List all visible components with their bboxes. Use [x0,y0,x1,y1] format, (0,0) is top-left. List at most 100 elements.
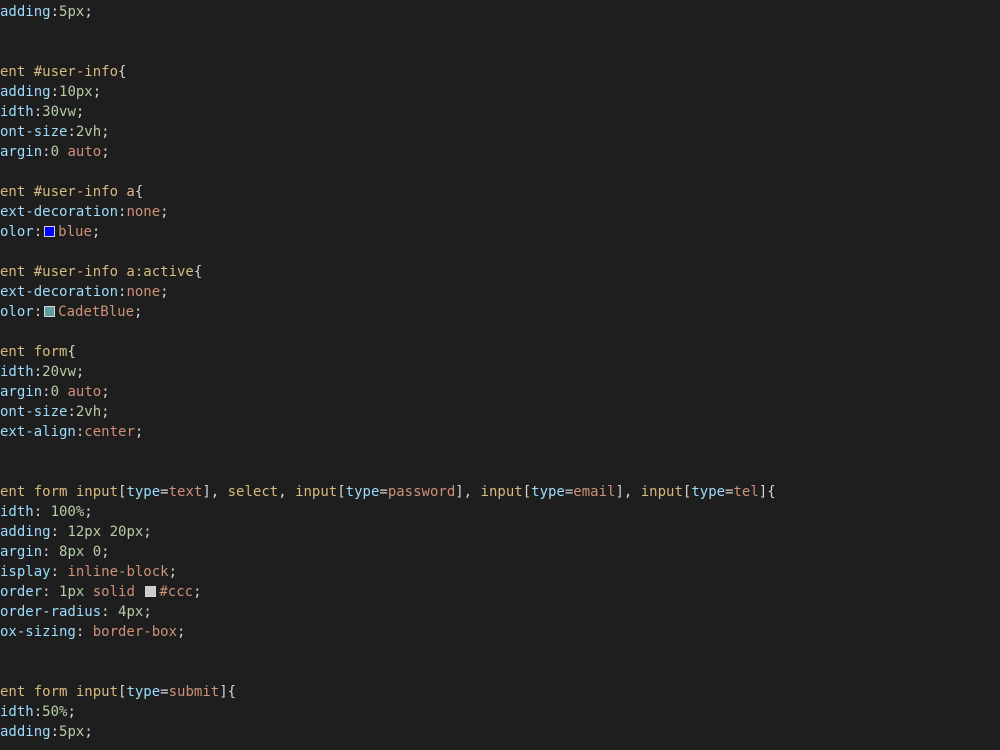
property-token: isplay [0,564,51,580]
selector-token: select [227,484,279,500]
code-line[interactable]: adding:10px; [0,82,1000,102]
code-area[interactable]: adding:5px;​​ent #user-info{adding:10px;… [0,2,1000,742]
punctuation-token: : [75,624,93,640]
punctuation-token: { [67,344,76,360]
punctuation-token: ; [91,224,101,240]
punctuation-token: : [33,364,43,380]
value-token: auto [67,144,102,160]
punctuation-token: ; [101,144,110,160]
code-line[interactable]: ​ [0,22,1000,42]
code-line[interactable]: ​ [0,242,1000,262]
code-line[interactable]: ​ [0,322,1000,342]
punctuation-token: : [67,124,76,140]
code-line[interactable]: ont-size:2vh; [0,122,1000,142]
property-token: type [531,484,565,500]
code-line[interactable]: argin: 8px 0; [0,542,1000,562]
punctuation-token: ; [134,304,143,320]
code-line[interactable]: ent #user-info a:active{ [0,262,1000,282]
punctuation-token: , [278,484,296,500]
code-line[interactable]: idth:30vw; [0,102,1000,122]
punctuation-token: ; [143,604,152,620]
code-line[interactable]: ​ [0,162,1000,182]
code-line[interactable]: ​ [0,662,1000,682]
code-line[interactable]: ext-decoration:none; [0,282,1000,302]
color-swatch-icon[interactable] [44,226,56,237]
property-token: idth [0,704,34,720]
code-line[interactable]: ext-align:center; [0,422,1000,442]
punctuation-token: ; [92,84,102,100]
selector-token: input [480,484,523,500]
code-line[interactable]: ent #user-info{ [0,62,1000,82]
punctuation-token: ], [202,484,228,500]
selector-token: ent #user-info a:active [0,264,194,280]
code-line[interactable]: order-radius: 4px; [0,602,1000,622]
number-token: 8px 0 [59,544,102,560]
punctuation-token: = [379,484,388,500]
value-token: none [126,204,161,220]
code-line[interactable]: olor: blue; [0,222,1000,242]
punctuation-token: { [118,64,127,80]
color-swatch-icon[interactable] [145,586,157,597]
punctuation-token: ; [160,284,169,300]
number-token: 30vw [42,104,76,120]
code-line[interactable]: idth:20vw; [0,362,1000,382]
punctuation-token [84,584,92,600]
code-line[interactable]: isplay: inline-block; [0,562,1000,582]
property-token: idth [0,364,34,380]
number-token: 100% [50,504,85,520]
punctuation-token: : [42,544,60,560]
code-line[interactable]: idth: 100%; [0,502,1000,522]
code-line[interactable]: adding:5px; [0,2,1000,22]
property-token: idth [0,504,34,520]
punctuation-token: { [193,264,203,280]
punctuation-token: { [134,184,144,200]
value-token: border-box [92,624,178,640]
property-token: argin [0,384,43,400]
value-token: blue [58,224,92,240]
number-token: 5px [59,724,85,740]
number-token: 50% [42,704,68,720]
code-line[interactable]: adding: 12px 20px; [0,522,1000,542]
property-token: argin [0,544,43,560]
punctuation-token: : [33,504,51,520]
value-token: #ccc [159,584,194,600]
code-line[interactable]: ​ [0,462,1000,482]
punctuation-token: ; [84,504,93,520]
code-line[interactable]: ent form{ [0,342,1000,362]
code-line[interactable]: adding:5px; [0,722,1000,742]
punctuation-token: ; [84,724,93,740]
code-line[interactable]: ​ [0,42,1000,62]
punctuation-token: ; [177,624,186,640]
punctuation-token: = [160,684,169,700]
value-token: center [84,424,135,440]
value-token: text [168,484,203,500]
punctuation-token: [ [522,484,532,500]
code-line[interactable]: ent form input [type = text], select, input… [0,482,1000,502]
code-line[interactable]: ont-size:2vh; [0,402,1000,422]
selector-token: ent form input [0,484,119,500]
code-line[interactable]: olor: CadetBlue; [0,302,1000,322]
code-line[interactable]: ​ [0,642,1000,662]
code-line[interactable]: order: 1px solid #ccc; [0,582,1000,602]
number-token: 4px [118,604,144,620]
code-line[interactable]: ent #user-info a{ [0,182,1000,202]
punctuation-token: : [42,384,51,400]
code-line[interactable]: ox-sizing: border-box; [0,622,1000,642]
code-line[interactable]: ext-decoration:none; [0,202,1000,222]
code-editor[interactable]: adding:5px;​​ent #user-info{adding:10px;… [0,0,1000,750]
property-token: olor [0,224,34,240]
punctuation-token: ; [75,104,85,120]
punctuation-token: ], [615,484,641,500]
punctuation-token: : [33,304,43,320]
property-token: ext-decoration [0,284,119,300]
code-line[interactable]: ​ [0,442,1000,462]
color-swatch-icon[interactable] [44,306,56,317]
code-line[interactable]: argin:0 auto; [0,142,1000,162]
punctuation-token: ; [67,704,76,720]
code-line[interactable]: argin:0 auto; [0,382,1000,402]
punctuation-token: ; [101,404,110,420]
code-line[interactable]: idth:50%; [0,702,1000,722]
punctuation-token: : [67,404,76,420]
punctuation-token [135,584,143,600]
code-line[interactable]: ent form input[type=submit]{ [0,682,1000,702]
